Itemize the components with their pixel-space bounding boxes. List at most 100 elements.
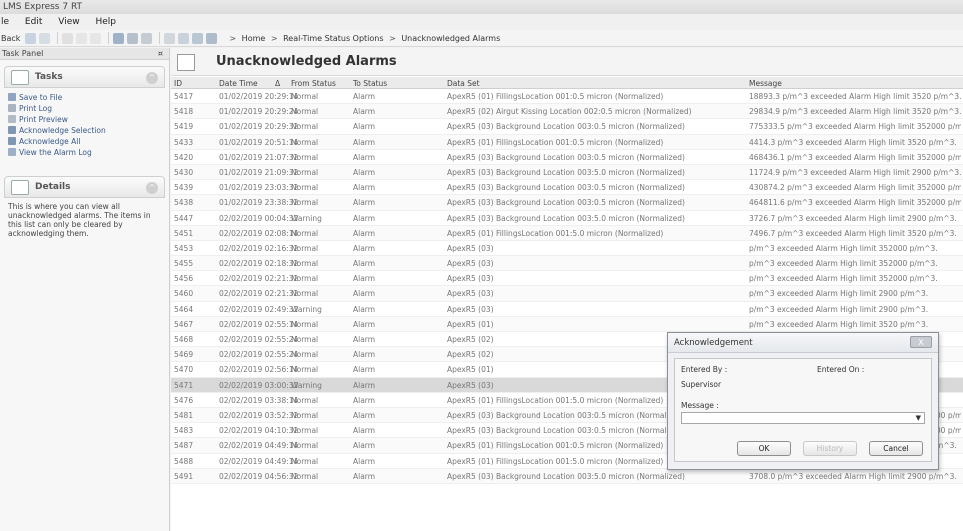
table-row[interactable]: 5439 01/02/2019 23:03:32 Normal Alarm ApexR5… bbox=[171, 180, 963, 196]
table-row[interactable]: 5453 02/02/2019 02:16:32 Normal Alarm ApexR5… bbox=[171, 241, 963, 257]
menu-view[interactable]: View bbox=[58, 17, 79, 27]
cell-data-set: ApexR5 (01) bbox=[447, 319, 494, 329]
globe-icon[interactable] bbox=[192, 32, 204, 44]
forward-arrow-icon[interactable] bbox=[39, 32, 51, 44]
download-icon[interactable] bbox=[206, 32, 218, 44]
task-acknowledge-selection[interactable]: Acknowledge Selection bbox=[8, 125, 161, 135]
clock-icon[interactable] bbox=[178, 32, 190, 44]
cell-id: 5470 bbox=[174, 365, 194, 375]
acknowledge-all-icon bbox=[8, 137, 16, 145]
save-icon[interactable] bbox=[113, 32, 125, 44]
refresh-icon[interactable] bbox=[62, 32, 74, 44]
cell-id: 5418 bbox=[174, 107, 194, 117]
cell-to-status: Alarm bbox=[353, 335, 376, 344]
table-row[interactable]: 5464 02/02/2019 02:49:32 Warning Alarm ApexR… bbox=[171, 302, 963, 317]
table-row[interactable]: 5455 02/02/2019 02:18:32 Normal Alarm ApexR5… bbox=[171, 256, 963, 272]
cell-id: 5464 bbox=[174, 304, 194, 314]
column-header-data-set[interactable]: Data Set bbox=[447, 79, 747, 88]
cell-to-status: Alarm bbox=[353, 198, 376, 208]
cell-data-set: ApexR5 (03) bbox=[447, 304, 494, 314]
column-header-id[interactable]: ID bbox=[174, 79, 202, 88]
close-icon[interactable]: X bbox=[910, 336, 932, 348]
cell-to-status: Alarm bbox=[353, 289, 376, 299]
table-row[interactable]: 5438 01/02/2019 23:38:32 Normal Alarm ApexR5… bbox=[171, 195, 963, 211]
cell-to-status: Alarm bbox=[353, 243, 376, 253]
sort-ascending-icon: Δ bbox=[275, 79, 281, 88]
tasks-group-header[interactable]: Tasks ^ bbox=[4, 66, 165, 88]
print-preview-icon[interactable] bbox=[141, 32, 153, 44]
cell-from-status: Normal bbox=[291, 335, 319, 344]
cell-message: 11724.9 p/m^3 exceeded Alarm High limit … bbox=[749, 167, 961, 177]
cell-message: 3708.0 p/m^3 exceeded Alarm High limit 2… bbox=[749, 471, 957, 481]
menu-file[interactable]: le bbox=[1, 17, 9, 27]
cell-from-status: Normal bbox=[291, 426, 319, 436]
cell-from-status: Normal bbox=[291, 289, 319, 299]
table-row[interactable]: 5430 01/02/2019 21:09:32 Normal Alarm ApexR5… bbox=[171, 164, 963, 181]
cut-icon[interactable] bbox=[76, 32, 88, 44]
cell-from-status: Normal bbox=[291, 107, 319, 117]
chevron-down-icon[interactable]: ▼ bbox=[916, 414, 921, 422]
details-description: This is where you can view all unacknowl… bbox=[8, 202, 151, 238]
table-row[interactable]: 5447 02/02/2019 00:04:32 Warning Alarm ApexR… bbox=[171, 211, 963, 226]
menu-edit[interactable]: Edit bbox=[25, 17, 42, 27]
back-button[interactable]: Back bbox=[1, 34, 20, 43]
table-row[interactable]: 5456 02/02/2019 02:21:32 Normal Alarm ApexR5… bbox=[171, 271, 963, 287]
ok-button[interactable]: OK bbox=[737, 441, 791, 456]
breadcrumb-realtime-options[interactable]: Real-Time Status Options bbox=[283, 34, 383, 43]
table-row[interactable]: 5467 02/02/2019 02:55:14 Normal Alarm ApexR5… bbox=[171, 316, 963, 332]
cell-message: 430874.2 p/m^3 exceeded Alarm High limit… bbox=[749, 183, 961, 193]
table-row[interactable]: 5420 01/02/2019 21:07:32 Normal Alarm ApexR5… bbox=[171, 150, 963, 165]
cell-to-status: Alarm bbox=[353, 137, 376, 147]
cell-from-status: Warning bbox=[291, 213, 322, 223]
collapse-icon[interactable]: ^ bbox=[146, 182, 158, 194]
table-row[interactable]: 5417 01/02/2019 20:29:14 Normal Alarm ApexR5… bbox=[171, 89, 963, 105]
column-header-from-status[interactable]: From Status bbox=[291, 79, 341, 88]
details-group-header[interactable]: Details ^ bbox=[4, 176, 165, 198]
breadcrumb: > Home > Real-Time Status Options > Unac… bbox=[229, 33, 501, 43]
breadcrumb-current: Unacknowledged Alarms bbox=[401, 33, 501, 43]
cell-from-status: Normal bbox=[291, 395, 319, 405]
table-row[interactable]: 5433 01/02/2019 20:51:14 Normal Alarm ApexR5… bbox=[171, 134, 963, 150]
cell-to-status: Alarm bbox=[353, 395, 376, 405]
table-row[interactable]: 5418 01/02/2019 20:29:24 Normal Alarm ApexR5… bbox=[171, 104, 963, 120]
task-print-preview[interactable]: Print Preview bbox=[8, 114, 161, 124]
column-header-message[interactable]: Message bbox=[749, 79, 961, 88]
cell-to-status: Alarm bbox=[353, 228, 376, 238]
task-save-to-file[interactable]: Save to File bbox=[8, 92, 161, 102]
page-title: Unacknowledged Alarms bbox=[216, 54, 397, 69]
toolbar-separator bbox=[159, 32, 161, 44]
history-button[interactable]: History bbox=[803, 441, 857, 456]
table-row[interactable]: 5491 02/02/2019 04:56:32 Normal Alarm ApexR5… bbox=[171, 468, 963, 484]
tasks-list: Save to File Print Log Print Preview Ack… bbox=[4, 88, 165, 164]
acknowledge-icon bbox=[8, 126, 16, 134]
menu-help[interactable]: Help bbox=[95, 17, 116, 27]
details-group: Details ^ This is where you can view all… bbox=[4, 176, 165, 238]
breadcrumb-home[interactable]: Home bbox=[242, 34, 266, 43]
details-icon bbox=[11, 180, 29, 195]
table-row[interactable]: 5451 02/02/2019 02:08:14 Normal Alarm ApexR5… bbox=[171, 225, 963, 241]
cell-to-status: Alarm bbox=[353, 350, 376, 360]
table-row[interactable]: 5419 01/02/2019 20:29:32 Normal Alarm ApexR5… bbox=[171, 119, 963, 135]
filter-icon[interactable] bbox=[164, 32, 176, 44]
cancel-button[interactable]: Cancel bbox=[869, 441, 923, 456]
main-content: Unacknowledged Alarms ID Date Time Δ Fro… bbox=[171, 48, 963, 531]
tasks-icon bbox=[11, 70, 29, 85]
task-acknowledge-all[interactable]: Acknowledge All bbox=[8, 136, 161, 146]
column-header-to-status[interactable]: To Status bbox=[353, 79, 403, 88]
print-icon[interactable] bbox=[127, 32, 139, 44]
pin-icon[interactable]: ¤ bbox=[158, 48, 163, 60]
table-row[interactable]: 5460 02/02/2019 02:21:32 Normal Alarm ApexR5… bbox=[171, 286, 963, 302]
task-panel: Task Panel ¤ Tasks ^ Save to File Print … bbox=[0, 48, 170, 531]
cell-from-status: Normal bbox=[291, 243, 319, 253]
cell-to-status: Alarm bbox=[353, 426, 376, 436]
cell-data-set: ApexR5 (03) Background Location 003:5.0 … bbox=[447, 471, 685, 481]
cell-message: 3726.7 p/m^3 exceeded Alarm High limit 2… bbox=[749, 213, 957, 223]
message-combobox[interactable]: ▼ bbox=[681, 412, 925, 424]
task-print-log[interactable]: Print Log bbox=[8, 103, 161, 113]
cell-id: 5487 bbox=[174, 441, 194, 451]
back-arrow-icon[interactable] bbox=[25, 32, 37, 44]
task-view-alarm-log[interactable]: View the Alarm Log bbox=[8, 147, 161, 157]
task-label: View the Alarm Log bbox=[19, 147, 92, 157]
delete-icon[interactable] bbox=[90, 32, 102, 44]
collapse-icon[interactable]: ^ bbox=[146, 72, 158, 84]
